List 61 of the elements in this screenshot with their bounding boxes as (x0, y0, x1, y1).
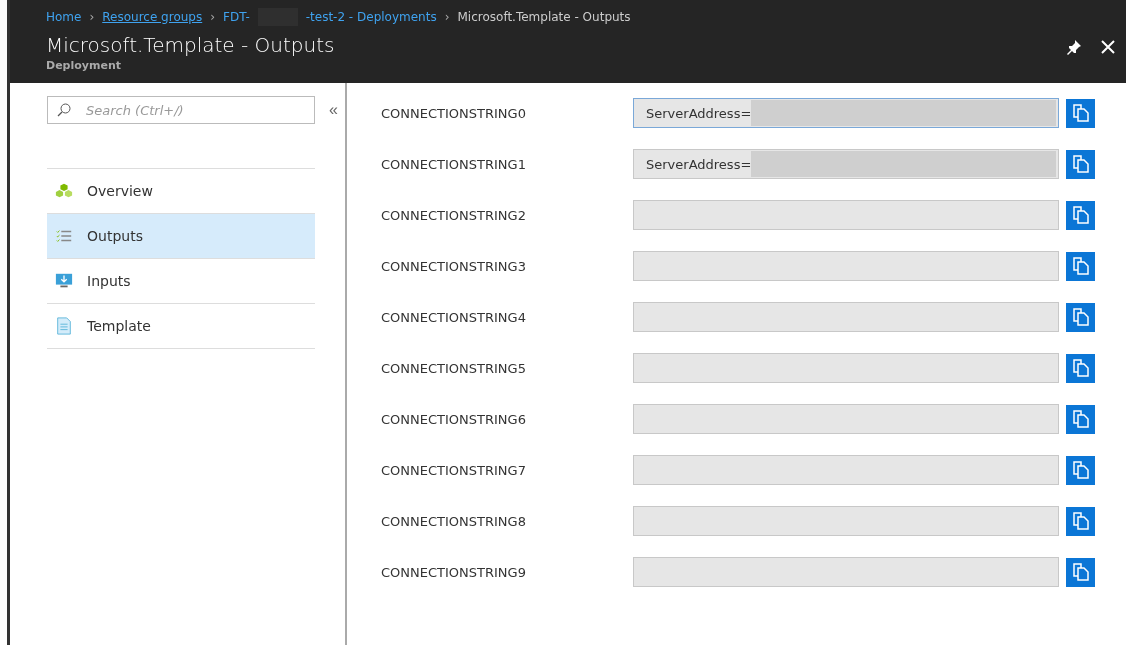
copy-button[interactable] (1066, 200, 1095, 230)
copy-button[interactable] (1066, 149, 1095, 179)
output-name: CONNECTIONSTRING0 (381, 105, 527, 121)
output-field[interactable] (633, 455, 1059, 485)
output-name: CONNECTIONSTRING9 (381, 564, 527, 580)
copy-button[interactable] (1066, 251, 1095, 281)
output-field[interactable] (633, 302, 1059, 332)
breadcrumb-separator: › (210, 9, 215, 24)
nav-item[interactable]: Outputs (47, 214, 315, 259)
copy-icon (1072, 512, 1089, 530)
copy-icon (1072, 257, 1089, 275)
output-name: CONNECTIONSTRING6 (381, 411, 527, 427)
copy-icon (1072, 461, 1089, 479)
close-icon[interactable] (1100, 39, 1116, 55)
breadcrumb-current: Microsoft.Template - Outputs (457, 9, 631, 24)
pin-icon[interactable] (1066, 39, 1082, 55)
copy-icon (1072, 563, 1089, 581)
output-name: CONNECTIONSTRING4 (381, 309, 527, 325)
output-field[interactable] (633, 404, 1059, 434)
breadcrumb-separator: › (89, 9, 95, 24)
breadcrumb-link[interactable]: Resource groups (102, 9, 203, 24)
copy-button[interactable] (1066, 557, 1095, 587)
output-name: CONNECTIONSTRING5 (381, 360, 527, 376)
breadcrumb-link[interactable]: -test-2 - Deployments (305, 9, 437, 24)
copy-icon (1072, 359, 1089, 377)
copy-button[interactable] (1066, 506, 1095, 536)
output-field[interactable]: ServerAddress= (633, 149, 1059, 179)
copy-icon (1072, 104, 1089, 122)
document-icon (55, 317, 73, 335)
nav-item[interactable]: Template (47, 304, 315, 349)
breadcrumb-separator: › (444, 9, 450, 24)
search-icon (57, 103, 71, 117)
output-field[interactable]: ServerAddress= (633, 98, 1059, 128)
copy-icon (1072, 410, 1089, 428)
nav-item[interactable]: Inputs (47, 259, 315, 304)
output-name: CONNECTIONSTRING1 (381, 156, 527, 172)
output-field[interactable] (633, 557, 1059, 587)
blade-title: Microsoft.Template - Outputs (46, 33, 336, 57)
blade-subtitle: Deployment (46, 59, 122, 72)
copy-icon (1072, 308, 1089, 326)
copy-icon (1072, 206, 1089, 224)
output-name: CONNECTIONSTRING8 (381, 513, 527, 529)
copy-button[interactable] (1066, 98, 1095, 128)
output-name: CONNECTIONSTRING7 (381, 462, 527, 478)
collapse-button[interactable]: « (329, 101, 338, 119)
monitor-icon (55, 272, 73, 290)
output-field[interactable] (633, 506, 1059, 536)
breadcrumb-link[interactable]: FDT- (223, 9, 250, 24)
copy-button[interactable] (1066, 353, 1095, 383)
output-name: CONNECTIONSTRING3 (381, 258, 527, 274)
copy-button[interactable] (1066, 404, 1095, 434)
copy-button[interactable] (1066, 302, 1095, 332)
output-field[interactable] (633, 353, 1059, 383)
copy-button[interactable] (1066, 455, 1095, 485)
breadcrumb-link[interactable]: Home (46, 9, 82, 24)
cubes-icon (55, 182, 73, 200)
search-field[interactable]: Search (Ctrl+/) (47, 96, 315, 124)
copy-icon (1072, 155, 1089, 173)
output-name: CONNECTIONSTRING2 (381, 207, 527, 223)
output-field[interactable] (633, 251, 1059, 281)
output-field[interactable] (633, 200, 1059, 230)
